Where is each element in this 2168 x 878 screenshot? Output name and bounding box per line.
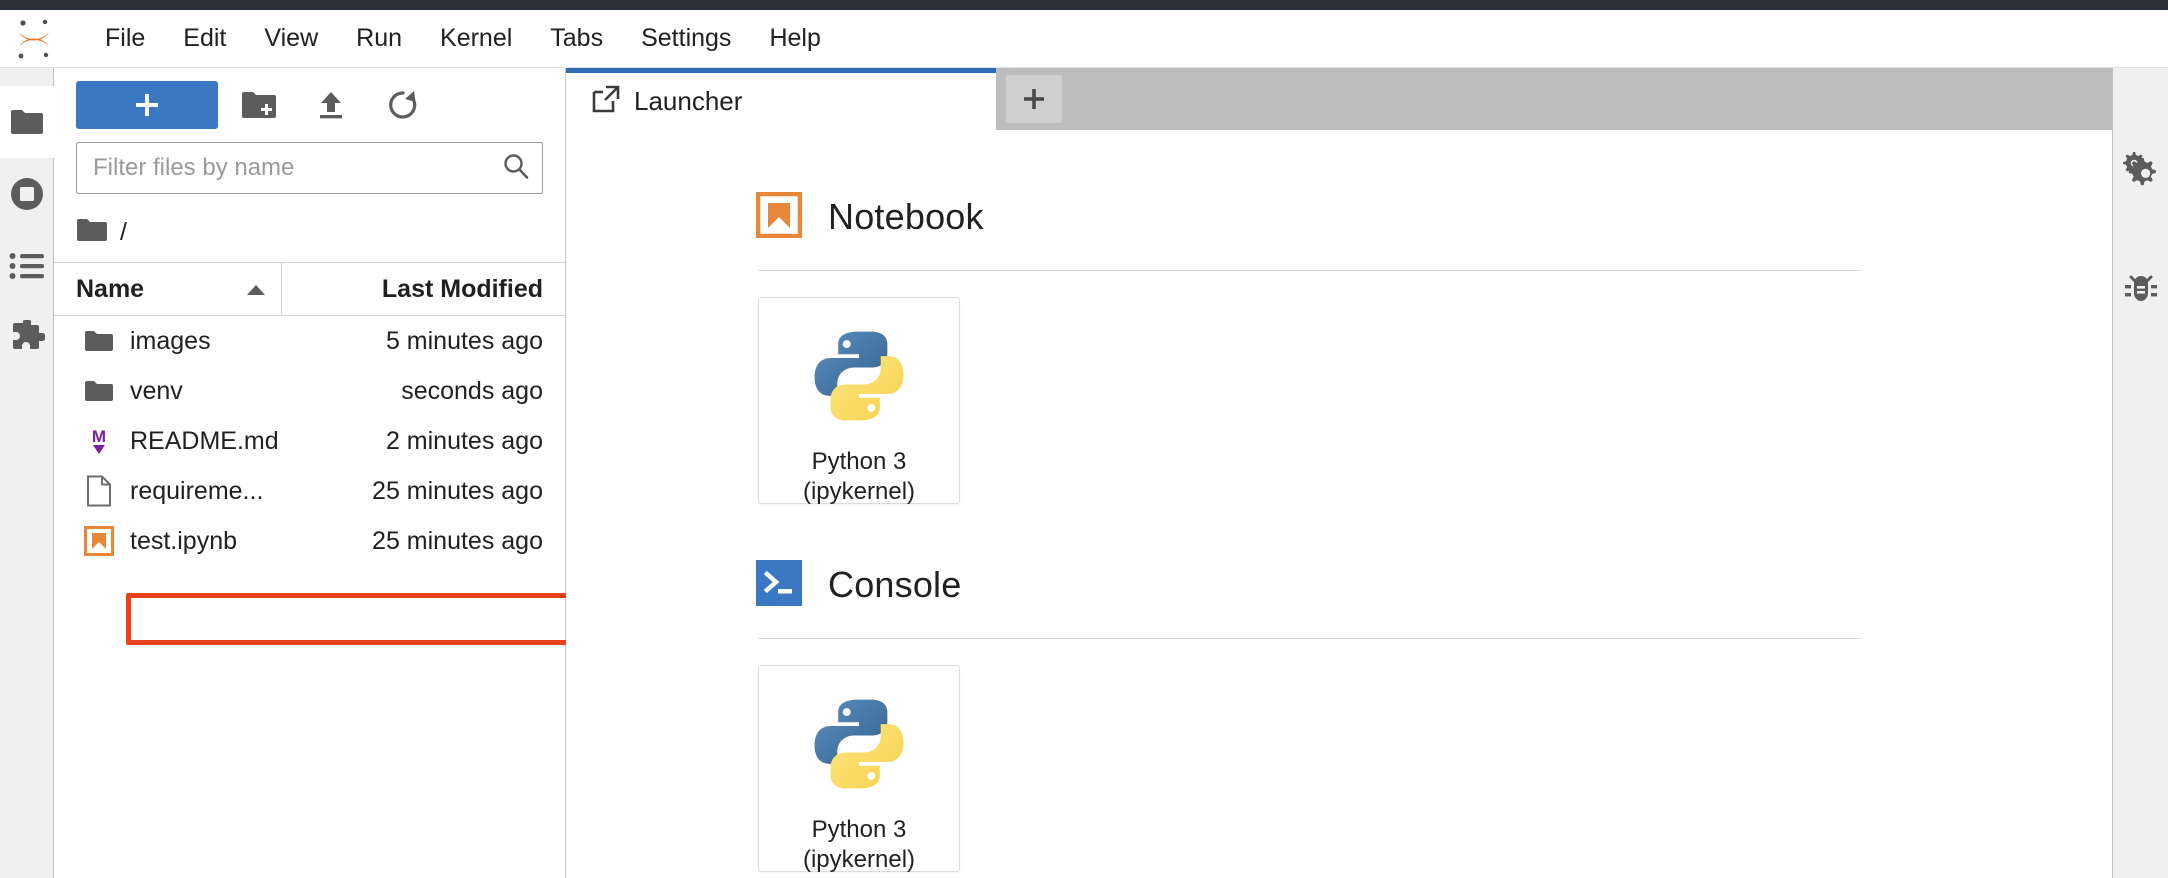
section-header: Notebook bbox=[566, 182, 2112, 252]
list-item[interactable]: test.ipynb 25 minutes ago bbox=[54, 516, 565, 566]
launcher-section-console: Console Python 3 (ipykernel) bbox=[566, 550, 2112, 873]
file-browser-panel: / Name Last Modified bbox=[54, 68, 606, 878]
file-name: images bbox=[130, 326, 211, 355]
section-header: Console bbox=[566, 550, 2112, 620]
launcher-card-row: Python 3 (ipykernel) bbox=[566, 271, 2112, 505]
file-icon bbox=[74, 475, 124, 507]
folder-icon bbox=[74, 379, 124, 403]
jupyterlab-window: File Edit View Run Kernel Tabs Settings … bbox=[0, 0, 2168, 878]
file-modified: 2 minutes ago bbox=[385, 426, 543, 455]
search-input[interactable] bbox=[93, 154, 502, 182]
window-top-strip bbox=[0, 0, 2168, 10]
launcher-content: Notebook Python 3 (ipykernel) Console Py… bbox=[566, 130, 2112, 873]
sidebar-item-running[interactable] bbox=[0, 158, 54, 230]
column-header-last-modified[interactable]: Last Modified bbox=[282, 263, 565, 315]
menu-bar: File Edit View Run Kernel Tabs Settings … bbox=[0, 10, 2168, 68]
python-logo-icon bbox=[807, 324, 911, 433]
menu-item-file[interactable]: File bbox=[86, 18, 164, 59]
file-modified: seconds ago bbox=[401, 376, 543, 405]
markdown-icon: M bbox=[74, 426, 124, 456]
menu-items: File Edit View Run Kernel Tabs Settings … bbox=[86, 18, 840, 59]
file-filter-wrapper bbox=[54, 142, 565, 194]
upload-files-button[interactable] bbox=[300, 81, 362, 129]
list-item[interactable]: images 5 minutes ago bbox=[54, 316, 565, 366]
column-header-name[interactable]: Name bbox=[54, 263, 282, 315]
menu-item-edit[interactable]: Edit bbox=[164, 18, 245, 59]
section-title: Notebook bbox=[828, 196, 984, 237]
file-modified: 25 minutes ago bbox=[372, 526, 543, 555]
file-modified: 5 minutes ago bbox=[385, 326, 543, 355]
sidebar-item-extension-manager[interactable] bbox=[0, 302, 54, 374]
file-modified: 25 minutes ago bbox=[372, 476, 543, 505]
folder-icon bbox=[76, 217, 108, 248]
section-title: Console bbox=[828, 564, 962, 605]
left-sidebar-rail bbox=[0, 68, 54, 878]
launcher-panel: Notebook Python 3 (ipykernel) Console Py… bbox=[566, 130, 2112, 878]
file-list-header: Name Last Modified bbox=[54, 262, 565, 316]
jupyter-logo-icon bbox=[6, 17, 62, 61]
file-name: test.ipynb bbox=[130, 526, 238, 555]
search-icon bbox=[502, 152, 530, 185]
column-header-last-modified-label: Last Modified bbox=[381, 274, 543, 303]
menu-item-kernel[interactable]: Kernel bbox=[421, 18, 531, 59]
tab-bar: Launcher bbox=[566, 68, 2112, 130]
add-tab-button[interactable] bbox=[1006, 75, 1062, 123]
list-item[interactable]: requireme... 25 minutes ago bbox=[54, 466, 565, 516]
notebook-icon bbox=[755, 191, 803, 243]
launcher-section-notebook: Notebook Python 3 (ipykernel) bbox=[566, 182, 2112, 505]
launcher-card-row: Python 3 (ipykernel) bbox=[566, 639, 2112, 873]
tab-launcher[interactable]: Launcher bbox=[566, 68, 996, 130]
console-icon bbox=[756, 559, 802, 611]
launcher-card-label: Python 3 (ipykernel) bbox=[802, 816, 916, 873]
notebook-icon bbox=[74, 526, 124, 556]
sidebar-item-table-of-contents[interactable] bbox=[0, 230, 54, 302]
breadcrumb-path: / bbox=[120, 217, 127, 246]
new-launcher-button[interactable] bbox=[76, 81, 218, 129]
menu-item-run[interactable]: Run bbox=[337, 18, 421, 59]
file-name: README.md bbox=[130, 426, 279, 455]
folder-icon bbox=[74, 329, 124, 353]
file-name: venv bbox=[130, 376, 183, 405]
launcher-card-python3-notebook[interactable]: Python 3 (ipykernel) bbox=[758, 297, 960, 505]
menu-item-view[interactable]: View bbox=[245, 18, 337, 59]
python-logo-icon bbox=[807, 692, 911, 801]
menu-item-tabs[interactable]: Tabs bbox=[531, 18, 622, 59]
new-folder-button[interactable] bbox=[228, 81, 290, 129]
list-item[interactable]: M README.md 2 minutes ago bbox=[54, 416, 565, 466]
right-sidebar-rail bbox=[2112, 68, 2168, 878]
sidebar-item-file-browser[interactable] bbox=[0, 86, 54, 158]
file-browser-toolbar bbox=[54, 68, 565, 142]
debugger-button[interactable] bbox=[2113, 264, 2168, 314]
property-inspector-button[interactable] bbox=[2113, 144, 2168, 194]
refresh-file-list-button[interactable] bbox=[372, 81, 434, 129]
menu-item-settings[interactable]: Settings bbox=[622, 18, 750, 59]
launcher-card-python3-console[interactable]: Python 3 (ipykernel) bbox=[758, 665, 960, 873]
breadcrumb[interactable]: / bbox=[54, 202, 565, 262]
launcher-icon bbox=[592, 85, 620, 118]
list-item[interactable]: venv seconds ago bbox=[54, 366, 565, 416]
menu-item-help[interactable]: Help bbox=[750, 18, 839, 59]
column-header-name-label: Name bbox=[76, 274, 145, 303]
tab-label: Launcher bbox=[634, 86, 743, 116]
main-body: / Name Last Modified bbox=[0, 68, 2168, 878]
file-name: requireme... bbox=[130, 476, 264, 505]
sort-ascending-icon bbox=[245, 275, 267, 304]
dock-area: Launcher Notebook Python 3 (ipykernel) C… bbox=[566, 68, 2112, 878]
launcher-card-label: Python 3 (ipykernel) bbox=[802, 448, 916, 505]
svg-text:M: M bbox=[92, 427, 106, 446]
file-filter-box[interactable] bbox=[76, 142, 543, 194]
file-list: images 5 minutes ago venv seconds ago M … bbox=[54, 316, 565, 878]
